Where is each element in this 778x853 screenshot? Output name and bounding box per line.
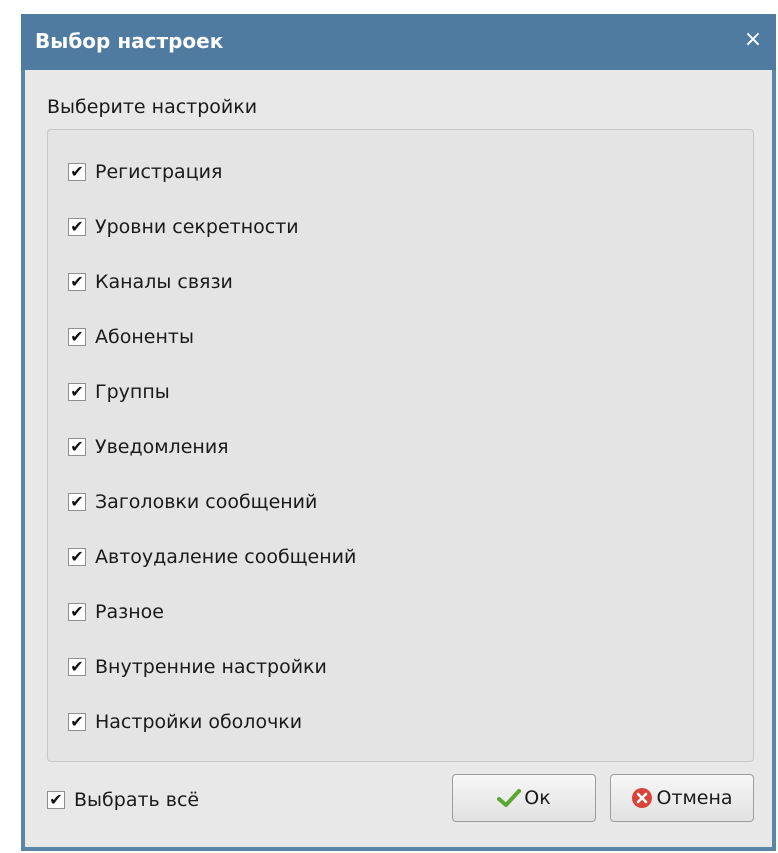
checkbox-internal-settings[interactable]: ✔ Внутренние настройки (68, 655, 327, 679)
ok-button[interactable]: Ок (452, 774, 596, 822)
checkbox-notifications[interactable]: ✔ Уведомления (68, 435, 229, 459)
checkbox-check-icon[interactable]: ✔ (68, 438, 86, 456)
checkbox-check-icon[interactable]: ✔ (68, 383, 86, 401)
checkbox-check-icon[interactable]: ✔ (68, 548, 86, 566)
checkbox-security-levels[interactable]: ✔ Уровни секретности (68, 215, 299, 239)
title-bar[interactable]: Выбор настроек × (21, 14, 776, 70)
checkbox-shell-settings[interactable]: ✔ Настройки оболочки (68, 710, 302, 734)
checkbox-check-icon[interactable]: ✔ (68, 493, 86, 511)
checkbox-check-icon[interactable]: ✔ (68, 328, 86, 346)
checkbox-label: Разное (95, 601, 164, 623)
checkbox-label: Уведомления (95, 436, 229, 458)
checkbox-communication-channels[interactable]: ✔ Каналы связи (68, 270, 233, 294)
checkbox-groups[interactable]: ✔ Группы (68, 380, 170, 404)
checkbox-subscribers[interactable]: ✔ Абоненты (68, 325, 194, 349)
checkbox-check-icon[interactable]: ✔ (68, 658, 86, 676)
close-icon: × (743, 27, 763, 52)
checkbox-label: Регистрация (95, 161, 223, 183)
settings-group-label: Выберите настройки (47, 96, 258, 118)
ok-button-label: Ок (524, 787, 551, 809)
cancel-button-label: Отмена (656, 787, 733, 809)
checkbox-miscellaneous[interactable]: ✔ Разное (68, 600, 164, 624)
checkbox-check-icon[interactable]: ✔ (68, 163, 86, 181)
checkbox-label: Заголовки сообщений (95, 491, 318, 513)
checkbox-registration[interactable]: ✔ Регистрация (68, 160, 222, 184)
checkbox-check-icon[interactable]: ✔ (68, 603, 86, 621)
cancel-circle-icon (631, 787, 653, 809)
checkbox-label: Группы (95, 381, 170, 403)
checkbox-check-icon[interactable]: ✔ (68, 273, 86, 291)
checkmark-icon (497, 788, 522, 808)
close-button[interactable]: × (740, 26, 766, 54)
checkbox-label: Уровни секретности (95, 216, 299, 238)
checkbox-select-all[interactable]: ✔ Выбрать всё (47, 788, 199, 812)
checkbox-label: Внутренние настройки (95, 656, 327, 678)
dialog-title: Выбор настроек (35, 29, 224, 53)
checkbox-label: Автоудаление сообщений (95, 546, 357, 568)
select-all-label: Выбрать всё (74, 789, 200, 811)
checkbox-check-icon[interactable]: ✔ (68, 218, 86, 236)
cancel-button[interactable]: Отмена (610, 774, 754, 822)
checkbox-label: Абоненты (95, 326, 194, 348)
checkbox-auto-delete-messages[interactable]: ✔ Автоудаление сообщений (68, 545, 356, 569)
checkbox-check-icon[interactable]: ✔ (68, 713, 86, 731)
checkbox-label: Настройки оболочки (95, 711, 303, 733)
checkbox-message-headers[interactable]: ✔ Заголовки сообщений (68, 490, 317, 514)
checkbox-label: Каналы связи (95, 271, 233, 293)
checkbox-check-icon[interactable]: ✔ (47, 791, 65, 809)
